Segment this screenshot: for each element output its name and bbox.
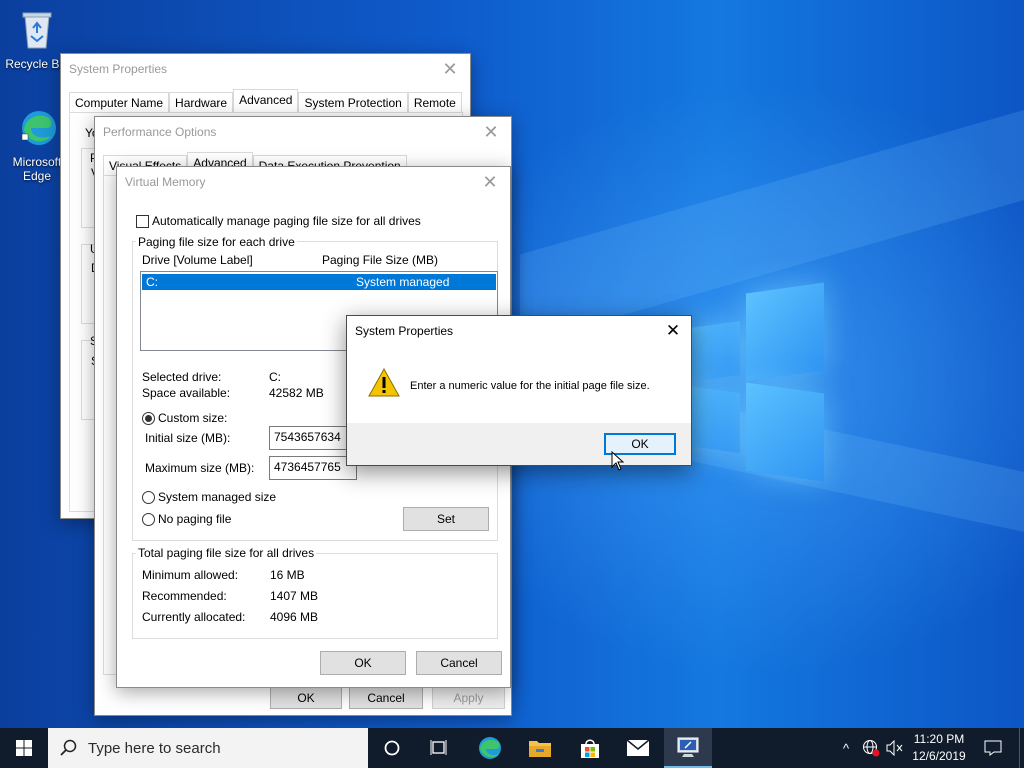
clock-time: 11:20 PM — [913, 732, 965, 746]
custom-size-label: Custom size: — [158, 411, 228, 425]
clock[interactable]: 11:20 PM 12/6/2019 — [906, 731, 972, 765]
edge-icon — [21, 111, 56, 145]
no-paging-radio[interactable] — [142, 513, 155, 526]
currently-allocated-label: Currently allocated: — [142, 610, 246, 624]
taskbar-mail[interactable] — [614, 728, 662, 768]
space-available-value: 42582 MB — [269, 386, 324, 400]
custom-size-radio[interactable] — [142, 412, 155, 425]
recommended-value: 1407 MB — [270, 589, 319, 603]
search-placeholder: Type here to search — [88, 739, 221, 757]
ok-button[interactable]: OK — [320, 651, 406, 675]
list-item[interactable]: C: System managed — [142, 274, 496, 290]
message-box: System Properties ✕ Enter a numeric valu… — [346, 315, 692, 466]
tab-computer-name[interactable]: Computer Name — [69, 92, 170, 112]
recycle-bin-icon — [22, 12, 52, 49]
initial-size-input[interactable]: 7543657634 — [269, 426, 357, 450]
notification-icon — [984, 740, 1002, 756]
task-view-button[interactable] — [418, 728, 462, 768]
file-explorer-icon — [529, 741, 551, 757]
minimum-allowed-label: Minimum allowed: — [142, 568, 239, 582]
message-box-footer: OK — [347, 423, 691, 465]
edge-icon — [479, 737, 501, 759]
maximum-size-label: Maximum size (MB): — [145, 461, 255, 475]
group-title: Paging file size for each drive — [136, 235, 297, 249]
message-text: Enter a numeric value for the initial pa… — [410, 380, 650, 392]
store-icon — [581, 739, 599, 758]
ok-button[interactable]: OK — [270, 687, 342, 709]
currently-allocated-value: 4096 MB — [270, 610, 319, 624]
task-view-icon — [430, 740, 447, 755]
taskbar-edge[interactable] — [466, 728, 514, 768]
maximum-size-input[interactable]: 4736457765 — [269, 456, 357, 480]
system-managed-radio[interactable] — [142, 491, 155, 504]
group-startup — [81, 340, 95, 420]
show-desktop-button[interactable] — [1019, 728, 1024, 768]
mail-icon — [626, 739, 650, 756]
column-header-size: Paging File Size (MB) — [322, 253, 439, 267]
warning-icon — [368, 368, 400, 397]
cortana-button[interactable] — [370, 728, 414, 768]
group-title: Total paging file size for all drives — [136, 546, 317, 560]
taskbar-store[interactable] — [566, 728, 614, 768]
auto-manage-label: Automatically manage paging file size fo… — [152, 214, 421, 228]
selected-drive-label: Selected drive: — [142, 370, 222, 384]
message-box-title: System Properties — [355, 324, 454, 338]
set-button[interactable]: Set — [403, 507, 489, 531]
close-icon[interactable]: ✕ — [655, 316, 691, 346]
volume-muted-icon — [886, 740, 903, 756]
globe-icon — [863, 740, 880, 757]
start-button[interactable] — [0, 728, 48, 768]
close-icon[interactable]: ✕ — [430, 54, 470, 84]
cancel-button[interactable]: Cancel — [349, 687, 423, 709]
action-center-button[interactable] — [978, 728, 1008, 768]
space-available-label: Space available: — [142, 386, 231, 400]
chevron-up-icon[interactable]: ^ — [836, 728, 856, 768]
search-box[interactable]: Type here to search — [48, 728, 368, 768]
taskbar-system-properties[interactable] — [664, 728, 712, 768]
tab-advanced[interactable]: Advanced — [233, 89, 299, 112]
minimum-allowed-value: 16 MB — [270, 568, 305, 582]
window-title: Performance Options — [103, 125, 217, 139]
close-icon[interactable]: ✕ — [471, 117, 511, 147]
column-header-drive: Drive [Volume Label] — [142, 253, 253, 267]
list-item-size: System managed — [356, 275, 450, 289]
list-item-drive: C: — [146, 275, 158, 289]
mouse-cursor-icon — [611, 451, 625, 471]
selected-drive-value: C: — [269, 370, 281, 384]
taskbar: Type here to search ^ 11:20 PM 12/6/2019 — [0, 728, 1024, 768]
search-icon — [60, 739, 77, 756]
close-icon[interactable]: ✕ — [470, 167, 510, 197]
taskbar-file-explorer[interactable] — [516, 728, 564, 768]
start-icon — [16, 740, 32, 756]
group-user-profiles — [81, 244, 95, 324]
auto-manage-checkbox[interactable] — [136, 215, 149, 228]
initial-size-label: Initial size (MB): — [145, 431, 231, 445]
tab-system-protection[interactable]: System Protection — [298, 92, 408, 112]
tab-remote[interactable]: Remote — [407, 92, 462, 112]
clock-date: 12/6/2019 — [912, 749, 966, 763]
volume-button[interactable] — [884, 728, 906, 768]
window-title: Virtual Memory — [125, 175, 206, 189]
apply-button[interactable]: Apply — [432, 687, 505, 709]
tab-strip: Computer Name Hardware Advanced System P… — [69, 89, 462, 112]
tab-hardware[interactable]: Hardware — [169, 92, 234, 112]
window-title: System Properties — [69, 62, 168, 76]
system-managed-label: System managed size — [158, 490, 277, 504]
network-button[interactable] — [860, 728, 882, 768]
system-properties-icon — [677, 737, 699, 757]
cortana-icon — [384, 740, 400, 756]
cancel-button[interactable]: Cancel — [416, 651, 502, 675]
no-paging-label: No paging file — [158, 512, 232, 526]
recommended-label: Recommended: — [142, 589, 227, 603]
